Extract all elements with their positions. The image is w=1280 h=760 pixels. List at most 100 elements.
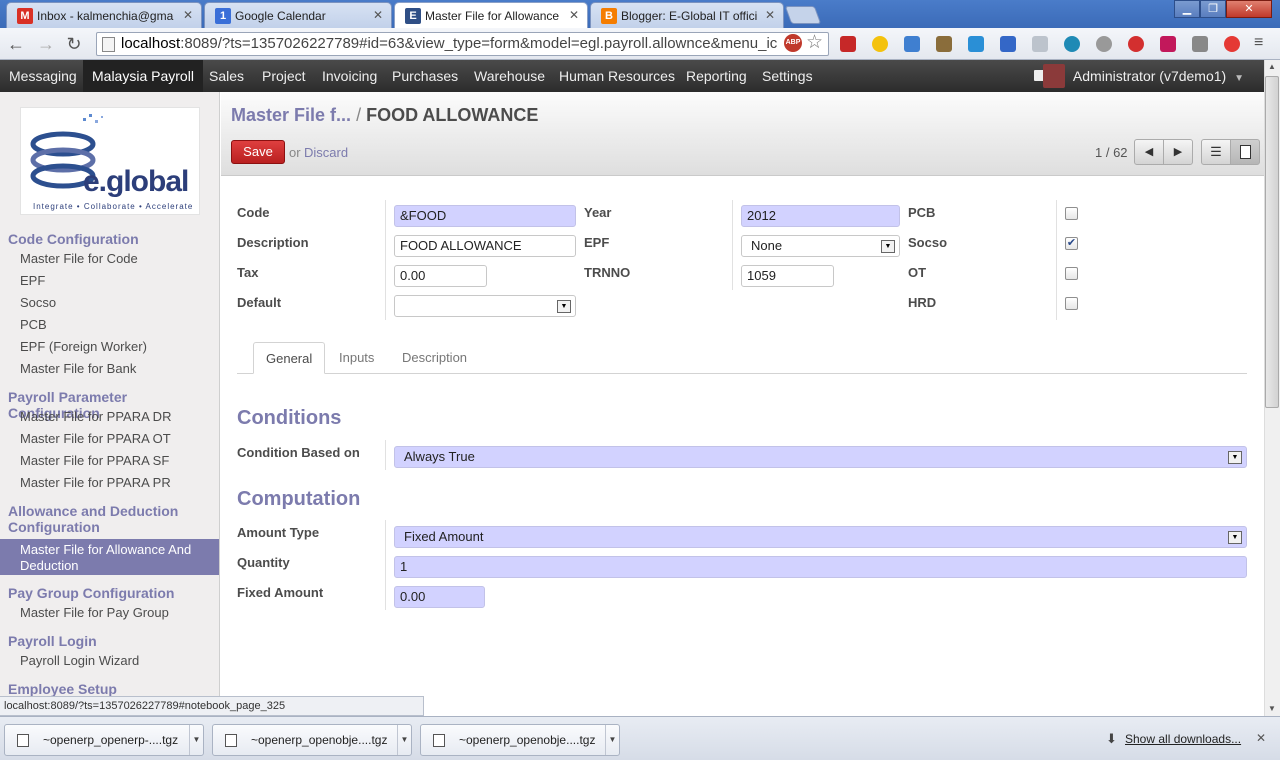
menu-sales[interactable]: Sales: [200, 60, 253, 92]
menu-purchases[interactable]: Purchases: [383, 60, 467, 92]
sidebar-item-pcb[interactable]: PCB: [20, 317, 47, 333]
extension-people-icon[interactable]: [936, 36, 952, 52]
browser-tab-master-file[interactable]: E Master File for Allowance ✕: [394, 2, 588, 28]
default-select[interactable]: ▼: [394, 295, 576, 317]
extension-x-icon[interactable]: [968, 36, 984, 52]
menu-warehouse[interactable]: Warehouse: [465, 60, 554, 92]
ot-checkbox[interactable]: [1065, 267, 1078, 280]
browser-tab-blogger[interactable]: B Blogger: E-Global IT offici ✕: [590, 2, 784, 28]
download-item[interactable]: ~openerp_openerp-....tgz ▼: [4, 724, 204, 756]
code-field[interactable]: &FOOD: [394, 205, 576, 227]
year-field[interactable]: 2012: [741, 205, 900, 227]
close-icon[interactable]: ✕: [1256, 731, 1266, 745]
sidebar-item-master-file-code[interactable]: Master File for Code: [20, 251, 138, 267]
extension-download-icon[interactable]: [1000, 36, 1016, 52]
epf-select[interactable]: None ▼: [741, 235, 900, 257]
sidebar-item-ppara-sf[interactable]: Master File for PPARA SF: [20, 453, 169, 469]
browser-tab-calendar[interactable]: 1 Google Calendar ✕: [204, 2, 392, 28]
extension-asterisk-icon[interactable]: [1160, 36, 1176, 52]
trnno-field[interactable]: 1059: [741, 265, 834, 287]
chevron-down-icon[interactable]: ▼: [397, 725, 411, 755]
extension-opera-icon[interactable]: [1224, 36, 1240, 52]
extension-pencil-icon[interactable]: [1192, 36, 1208, 52]
download-item[interactable]: ~openerp_openobje....tgz ▼: [212, 724, 412, 756]
sidebar-item-master-file-pay-group[interactable]: Master File for Pay Group: [20, 605, 169, 621]
extension-book-icon[interactable]: [840, 36, 856, 52]
form-view-button[interactable]: [1230, 139, 1260, 165]
close-icon[interactable]: ✕: [569, 8, 579, 22]
minimize-icon[interactable]: ▁: [1174, 0, 1200, 18]
left-sidebar: e.global Integrate • Collaborate • Accel…: [0, 92, 220, 696]
form-header: Master File f... / FOOD ALLOWANCE Save o…: [221, 92, 1264, 176]
sidebar-item-master-file-bank[interactable]: Master File for Bank: [20, 361, 136, 377]
scroll-up-icon[interactable]: ▲: [1268, 62, 1276, 71]
list-view-button[interactable]: ☰: [1201, 139, 1231, 165]
next-record-button[interactable]: ▶: [1163, 139, 1193, 165]
tab-description[interactable]: Description: [390, 342, 479, 374]
restore-icon[interactable]: ❐: [1200, 0, 1226, 18]
browser-toolbar: ← → ↻ localhost:8089/?ts=1357026227789#i…: [0, 28, 1280, 60]
window-close-icon[interactable]: ✕: [1226, 0, 1272, 18]
scroll-down-icon[interactable]: ▼: [1268, 704, 1276, 713]
socso-checkbox[interactable]: ✔: [1065, 237, 1078, 250]
chevron-down-icon[interactable]: ▼: [605, 725, 619, 755]
address-bar[interactable]: localhost:8089/?ts=1357026227789#id=63&v…: [96, 32, 829, 56]
extension-power-icon[interactable]: [1128, 36, 1144, 52]
tab-inputs[interactable]: Inputs: [327, 342, 386, 374]
browser-status-bar: localhost:8089/?ts=1357026227789#noteboo…: [0, 696, 424, 716]
extension-globe-icon[interactable]: [1096, 36, 1112, 52]
menu-invoicing[interactable]: Invoicing: [313, 60, 386, 92]
breadcrumb-parent-link[interactable]: Master File f...: [231, 105, 351, 125]
fixed-amount-field[interactable]: 0.00: [394, 586, 485, 608]
forward-arrow-icon[interactable]: →: [36, 34, 56, 54]
main-menu-bar: Messaging Malaysia Payroll Sales Project…: [0, 60, 1264, 92]
sidebar-item-ppara-pr[interactable]: Master File for PPARA PR: [20, 475, 171, 491]
menu-malaysia-payroll[interactable]: Malaysia Payroll: [83, 60, 203, 92]
sidebar-item-epf-foreign-worker[interactable]: EPF (Foreign Worker): [20, 339, 147, 355]
page-scrollbar-thumb[interactable]: [1265, 76, 1279, 408]
tax-field[interactable]: 0.00: [394, 265, 487, 287]
adblock-icon[interactable]: ABP: [784, 34, 802, 52]
hrd-checkbox[interactable]: [1065, 297, 1078, 310]
close-icon[interactable]: ✕: [183, 8, 193, 22]
sidebar-item-socso[interactable]: Socso: [20, 295, 56, 311]
reload-icon[interactable]: ↻: [64, 34, 84, 54]
menu-settings[interactable]: Settings: [753, 60, 822, 92]
new-tab-button[interactable]: [784, 6, 822, 24]
quantity-field[interactable]: 1: [394, 556, 1247, 578]
pcb-checkbox[interactable]: [1065, 207, 1078, 220]
menu-human-resources[interactable]: Human Resources: [550, 60, 684, 92]
chevron-down-icon[interactable]: ▼: [189, 725, 203, 755]
back-arrow-icon[interactable]: ←: [6, 34, 26, 54]
sidebar-item-ppara-ot[interactable]: Master File for PPARA OT: [20, 431, 171, 447]
tab-general[interactable]: General: [253, 342, 326, 374]
download-item[interactable]: ~openerp_openobje....tgz ▼: [420, 724, 620, 756]
show-all-downloads-link[interactable]: Show all downloads...: [1125, 732, 1241, 746]
description-field[interactable]: FOOD ALLOWANCE: [394, 235, 576, 257]
previous-record-button[interactable]: ◀: [1134, 139, 1164, 165]
extension-pacman-icon[interactable]: [872, 36, 888, 52]
user-menu[interactable]: Administrator (v7demo1) ▼: [1042, 60, 1244, 92]
sidebar-item-epf[interactable]: EPF: [20, 273, 45, 289]
download-arrow-icon: ⬇: [1106, 731, 1117, 746]
menu-messaging[interactable]: Messaging: [0, 60, 86, 92]
menu-project[interactable]: Project: [253, 60, 315, 92]
amount-type-select[interactable]: Fixed Amount ▼: [394, 526, 1247, 548]
sidebar-item-payroll-login-wizard[interactable]: Payroll Login Wizard: [20, 653, 139, 669]
browser-tab-gmail[interactable]: M Inbox - kalmenchia@gma ✕: [6, 2, 202, 28]
sidebar-item-ppara-dr[interactable]: Master File for PPARA DR: [20, 409, 171, 425]
extension-monitor-icon[interactable]: [904, 36, 920, 52]
save-button[interactable]: Save: [231, 140, 285, 164]
condition-based-on-select[interactable]: Always True ▼: [394, 446, 1247, 468]
menu-reporting[interactable]: Reporting: [677, 60, 756, 92]
extension-m-icon[interactable]: [1064, 36, 1080, 52]
bookmark-star-icon[interactable]: ☆: [806, 31, 823, 54]
sidebar-item-allowance-deduction[interactable]: Master File for Allowance And Deduction: [0, 539, 219, 575]
close-icon[interactable]: ✕: [373, 8, 383, 22]
avatar: [1042, 64, 1065, 88]
extension-mail-icon[interactable]: [1032, 36, 1048, 52]
discard-link[interactable]: Discard: [304, 145, 348, 160]
sidebar-section-allowance-deduction: Allowance and Deduction: [8, 503, 179, 519]
wrench-icon[interactable]: ≡: [1254, 34, 1263, 52]
close-icon[interactable]: ✕: [765, 8, 775, 22]
